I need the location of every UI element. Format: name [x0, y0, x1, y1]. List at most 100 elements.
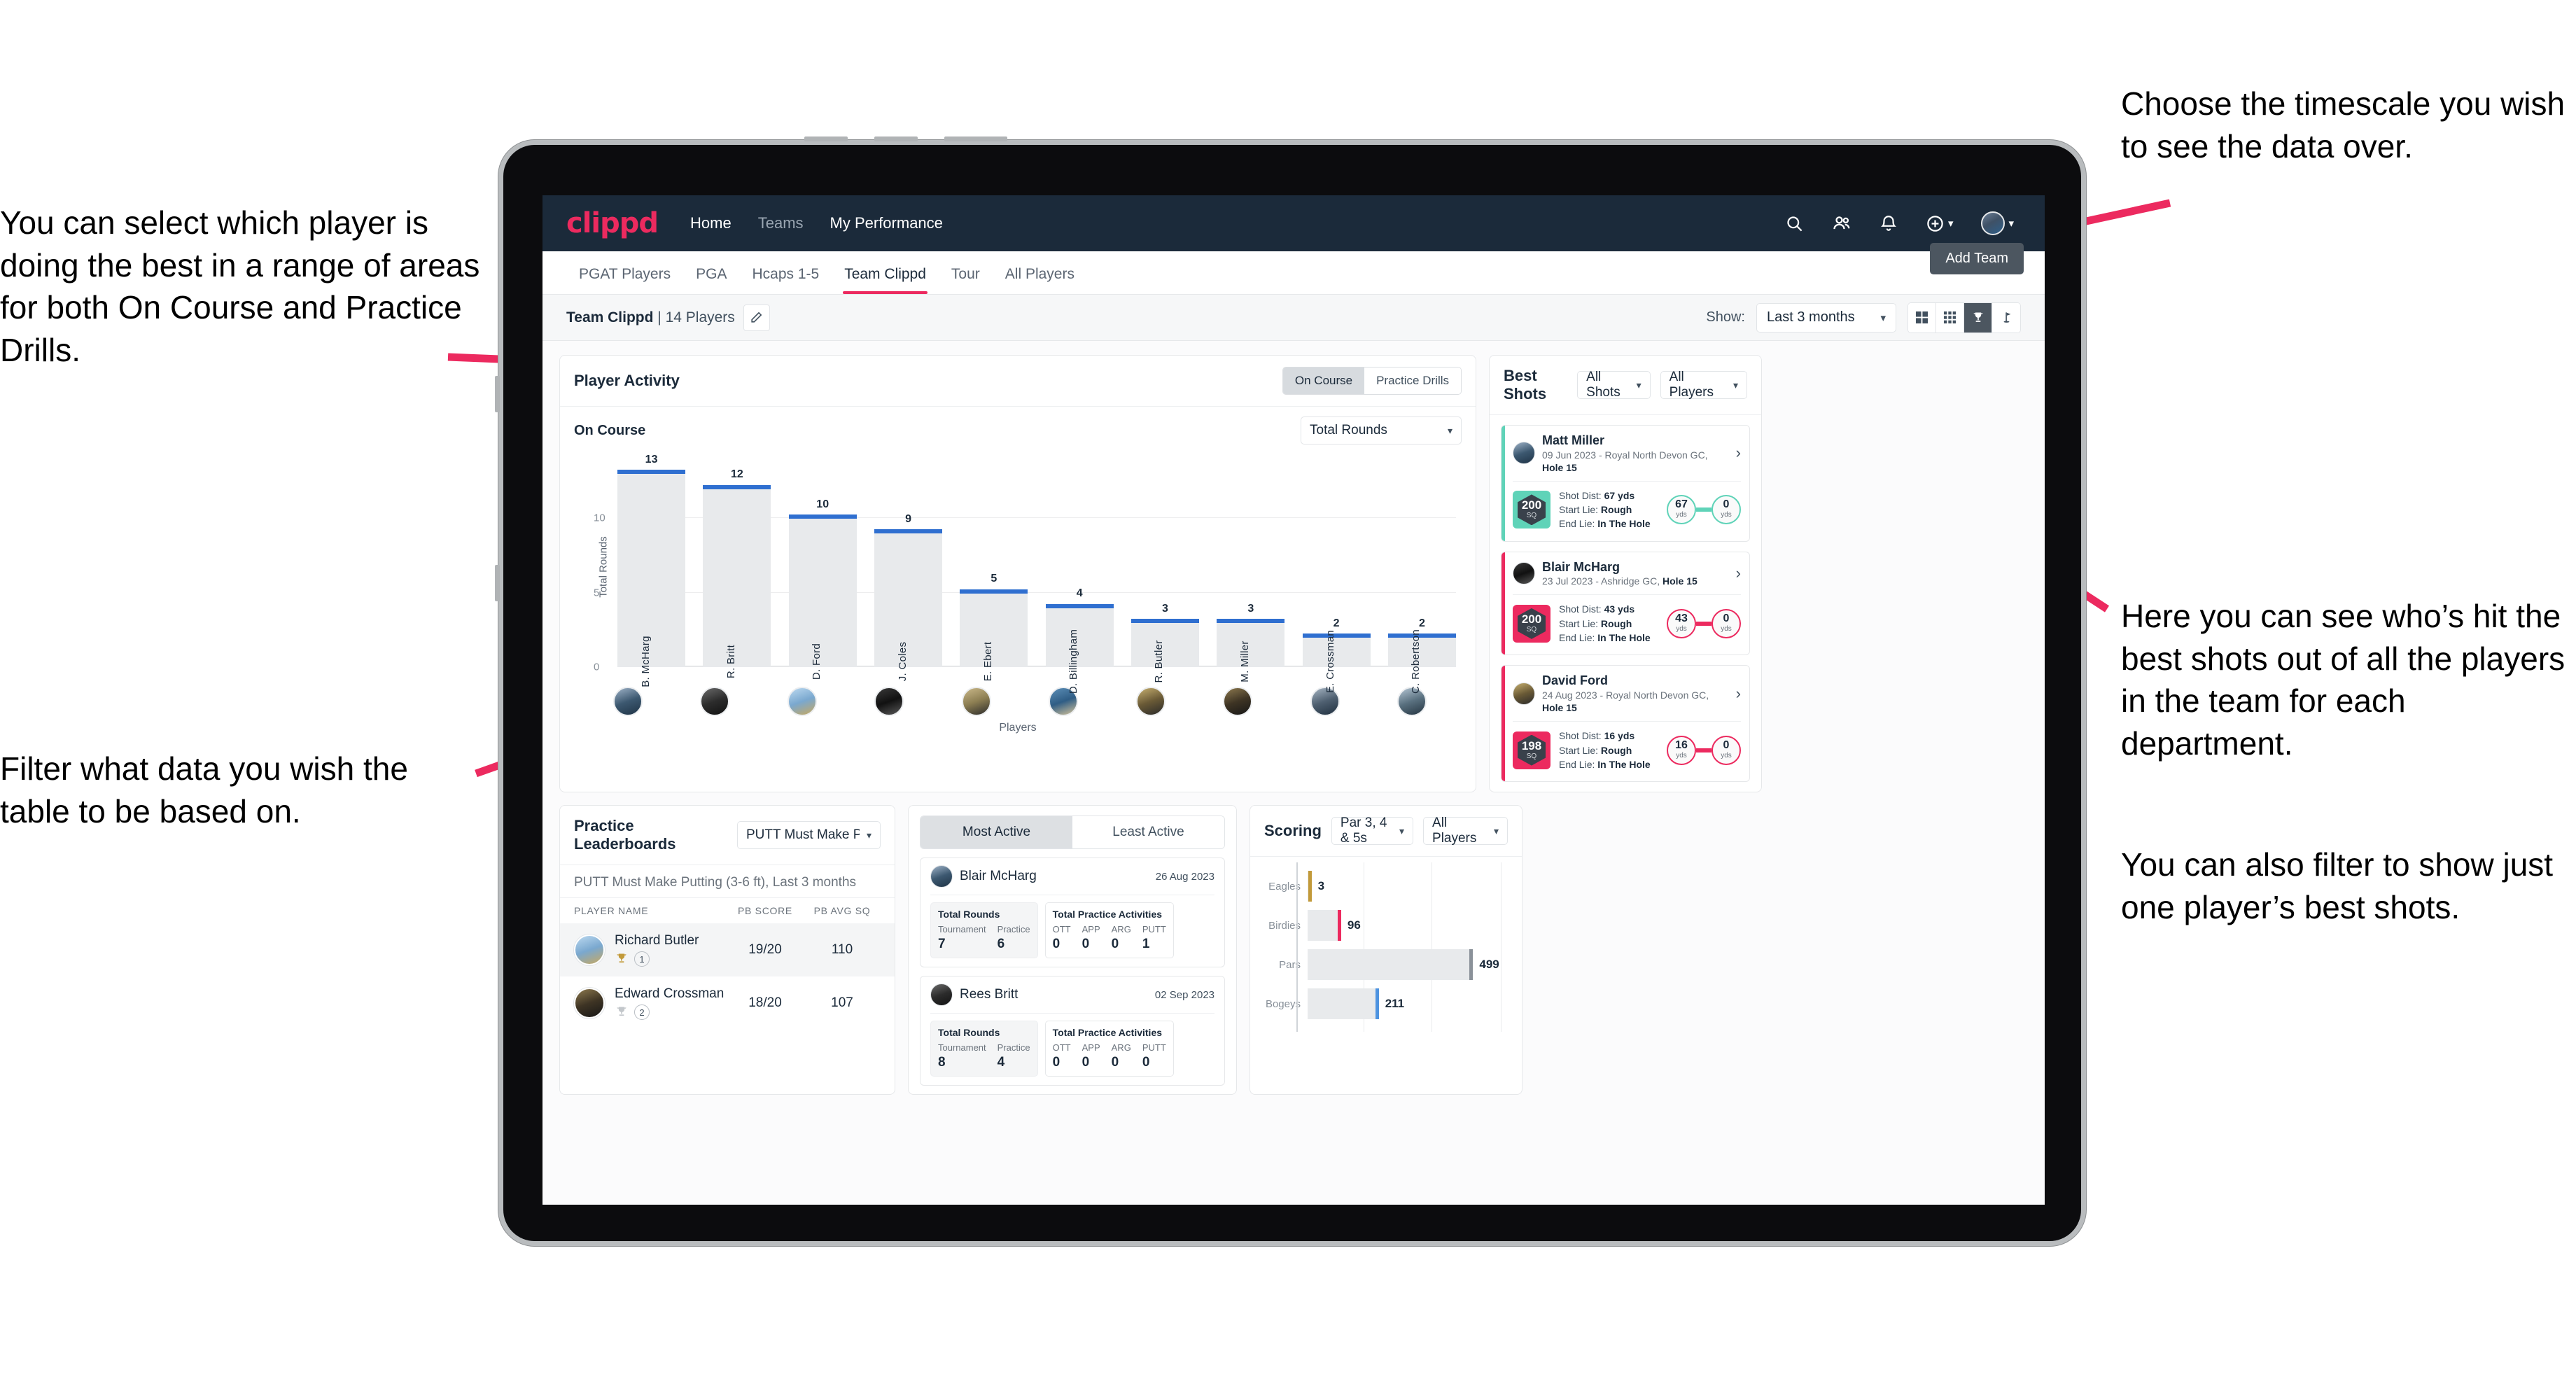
add-team-button[interactable]: Add Team — [1930, 243, 2024, 274]
clippd-logo[interactable]: clippd — [566, 207, 659, 239]
player-activity-title: Player Activity — [574, 372, 680, 389]
player-avatar[interactable] — [700, 687, 730, 716]
people-icon[interactable] — [1832, 214, 1851, 233]
tab-team-clippd[interactable]: Team Clippd — [832, 266, 939, 294]
stat-key: PUTT — [1142, 924, 1166, 935]
view-toggle-group — [1907, 302, 2021, 333]
pb-score: 18/20 — [748, 995, 782, 1011]
nav-link-my-performance[interactable]: My Performance — [830, 214, 943, 232]
bar-column[interactable]: 13 B. McHarg — [617, 454, 686, 687]
activity-segment-group: On Course Practice Drills — [1282, 367, 1462, 395]
shot-card-header: Blair McHarg 23 Jul 2023 - Ashridge GC, H… — [1502, 552, 1749, 595]
stat-key: Practice — [997, 1042, 1030, 1054]
stat-key: OTT — [1052, 1042, 1071, 1054]
bell-icon[interactable] — [1879, 214, 1898, 232]
bar-column[interactable]: 10 D. Ford — [788, 458, 857, 680]
avatar — [574, 934, 605, 966]
scoring-bar-row[interactable]: Pars 499 — [1261, 945, 1511, 984]
best-shot-card[interactable]: David Ford 24 Aug 2023 - Royal North Devo… — [1501, 665, 1750, 783]
bar-label: E. Crossman — [1324, 630, 1337, 693]
chevron-right-icon[interactable]: › — [1736, 444, 1741, 462]
bar-column[interactable]: 2 C. Robertson — [1387, 458, 1456, 694]
leaderboard-rows: Richard Butler 1 19/20 110 Edward Crossman 2 1… — [560, 923, 895, 1030]
annotation-bottom-right: You can also filter to show just one pla… — [2121, 846, 2554, 925]
to-distance: 0 yds — [1712, 608, 1741, 638]
search-icon[interactable] — [1785, 214, 1804, 233]
bar-cap — [1217, 619, 1285, 624]
player-avatar[interactable] — [787, 687, 817, 716]
edit-team-button[interactable] — [743, 304, 770, 331]
grid-9-icon[interactable] — [1936, 302, 1964, 332]
bar-column[interactable]: 3 R. Butler — [1130, 458, 1200, 683]
nav-link-teams[interactable]: Teams — [758, 214, 804, 232]
chevron-right-icon[interactable]: › — [1736, 564, 1741, 582]
team-name-text: Team Clippd — [566, 309, 654, 326]
tab-tour[interactable]: Tour — [939, 266, 993, 294]
stat-key: APP — [1082, 1042, 1100, 1054]
bar-column[interactable]: 2 E. Crossman — [1302, 458, 1371, 693]
chevron-right-icon[interactable]: › — [1736, 685, 1741, 703]
leaderboard-row[interactable]: Edward Crossman 2 18/20 107 — [560, 976, 895, 1030]
par-filter-select[interactable]: Par 3, 4 & 5s ▾ — [1331, 816, 1414, 846]
player-avatar[interactable] — [1223, 687, 1253, 716]
bar-cap — [1308, 871, 1312, 902]
players-filter-select[interactable]: All Players ▾ — [1660, 370, 1747, 400]
practice-stat: OTT 0 — [1053, 924, 1071, 952]
hexagon-badge: 198 SQ — [1518, 734, 1546, 766]
y-axis-line — [1296, 862, 1298, 1032]
tab-all-players[interactable]: All Players — [993, 266, 1087, 294]
best-shot-card[interactable]: Matt Miller 09 Jun 2023 - Royal North Dev… — [1501, 425, 1750, 542]
scoring-players-select[interactable]: All Players ▾ — [1423, 816, 1508, 846]
bar-column[interactable]: 12 R. Britt — [703, 458, 771, 678]
scoring-bar-row[interactable]: Bogeys 211 — [1261, 984, 1511, 1023]
end-lie-row: End Lie: In The Hole — [1559, 632, 1651, 644]
scoring-bar-row[interactable]: Birdies 96 — [1261, 906, 1511, 945]
tab-pga[interactable]: PGA — [683, 266, 739, 294]
drill-select[interactable]: PUTT Must Make Putting ... ▾ — [737, 821, 881, 850]
avatar — [1513, 682, 1535, 705]
tab-hcaps-1-5[interactable]: Hcaps 1-5 — [739, 266, 832, 294]
profile-menu[interactable]: ▾ — [1981, 211, 2014, 235]
tab-pgat-players[interactable]: PGAT Players — [566, 266, 683, 294]
player-avatar[interactable] — [1135, 687, 1166, 716]
bar-column[interactable]: 9 J. Coles — [874, 458, 943, 681]
stat-value: 0 — [1052, 937, 1060, 952]
nav-right-icons: ▾ ▾ — [1785, 211, 2014, 235]
bar: B. McHarg — [617, 470, 686, 687]
tab-least-active[interactable]: Least Active — [1072, 816, 1224, 849]
to-value: 0 — [1723, 498, 1730, 511]
trophy-icon[interactable] — [1964, 302, 1992, 332]
flag-icon[interactable] — [1992, 302, 2020, 332]
grid-4-icon[interactable] — [1908, 302, 1936, 332]
segment-on-course[interactable]: On Course — [1282, 368, 1365, 394]
scoring-card: Scoring Par 3, 4 & 5s ▾ All Players ▾ Ea… — [1250, 805, 1522, 1096]
accent-strip — [1502, 666, 1505, 782]
stat-key: APP — [1082, 924, 1100, 935]
hole-number: Hole 15 — [1542, 702, 1577, 714]
scoring-category-label: Birdies — [1268, 919, 1301, 932]
player-avatar[interactable] — [961, 687, 991, 716]
nav-link-home[interactable]: Home — [690, 214, 732, 232]
add-menu[interactable]: ▾ — [1926, 214, 1953, 233]
bar-cap — [1130, 619, 1200, 624]
bar-column[interactable]: 3 M. Miller — [1217, 458, 1285, 682]
player-avatar[interactable] — [613, 687, 643, 716]
tab-most-active[interactable]: Most Active — [920, 816, 1072, 849]
bar-column[interactable]: 4 D. Billingham — [1045, 458, 1114, 694]
segment-practice-drills[interactable]: Practice Drills — [1364, 368, 1461, 394]
block-title: Total Practice Activities — [1052, 909, 1163, 920]
bar-label: C. Robertson — [1410, 629, 1422, 694]
activity-player-card[interactable]: Rees Britt 02 Sep 2023 Total Rounds Tournam… — [920, 976, 1225, 1086]
leaderboard-row[interactable]: Richard Butler 1 19/20 110 — [560, 923, 895, 977]
bar-column[interactable]: 5 E. Ebert — [960, 458, 1028, 681]
shot-card-body: 198 SQ Shot Dist: 16 yds Start Lie: Rough En… — [1502, 722, 1749, 781]
shot-details: Shot Dist: 43 yds Start Lie: Rough End Lie… — [1559, 602, 1651, 645]
player-avatar[interactable] — [874, 687, 904, 716]
scoring-bar-row[interactable]: Eagles 3 — [1261, 867, 1511, 906]
leaderboard-header-row: PLAYER NAME PB SCORE PB AVG SQ — [560, 898, 895, 923]
best-shot-card[interactable]: Blair McHarg 23 Jul 2023 - Ashridge GC, H… — [1501, 551, 1750, 656]
metric-select[interactable]: Total Rounds ▾ — [1301, 416, 1462, 444]
shots-filter-select[interactable]: All Shots ▾ — [1577, 370, 1651, 400]
activity-player-card[interactable]: Blair McHarg 26 Aug 2023 Total Rounds Tourn… — [920, 858, 1225, 968]
timescale-select[interactable]: Last 3 months ▾ — [1756, 302, 1896, 332]
